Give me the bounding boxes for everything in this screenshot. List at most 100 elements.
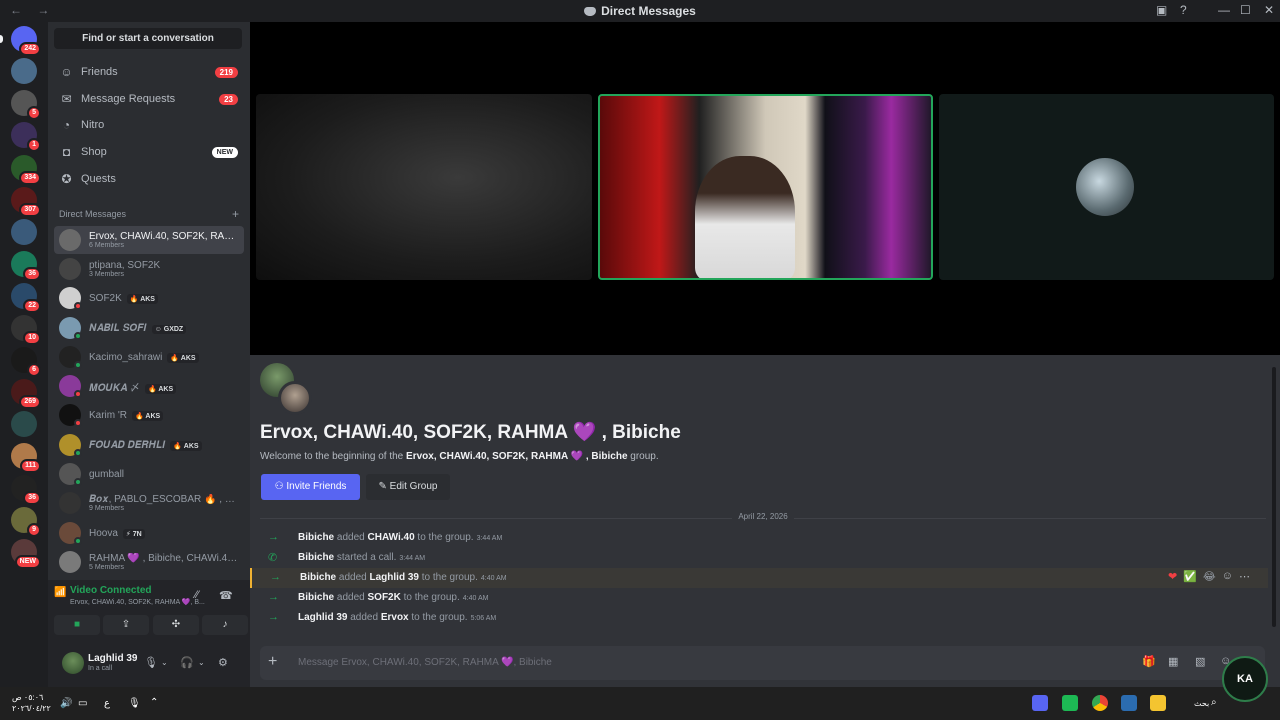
- server-icon[interactable]: 1: [11, 122, 41, 152]
- gift-icon[interactable]: 🎁: [1142, 655, 1156, 668]
- gif-icon[interactable]: ▦: [1168, 655, 1178, 668]
- server-icon[interactable]: 6: [11, 347, 41, 377]
- system-message[interactable]: → Bibiche added Laghlid 39 to the group. 4…: [250, 568, 1268, 588]
- dm-item[interactable]: ptipana, SOF2K 3 Members: [54, 255, 244, 283]
- system-message[interactable]: → Bibiche added CHAWi.40 to the group. 3:4…: [250, 528, 1268, 548]
- system-message[interactable]: → Laghlid 39 added Ervox to the group. 5:0…: [250, 608, 1268, 628]
- message-actor[interactable]: Bibiche: [300, 572, 336, 583]
- server-icon[interactable]: [11, 219, 37, 245]
- edit-group-button[interactable]: ✎ Edit Group: [366, 474, 450, 500]
- message-target[interactable]: Ervox: [381, 612, 409, 623]
- dm-item[interactable]: 𝑵𝑨𝑩𝑰𝑳 𝑺𝑶𝑭𝑰 ☺ GXDZ: [54, 314, 244, 342]
- clock-time[interactable]: ٠٥:٠٦ ص: [12, 693, 43, 702]
- heart-icon[interactable]: ❤: [1168, 570, 1177, 583]
- noise-suppression-icon[interactable]: ⁄⁄: [195, 589, 199, 601]
- message-target[interactable]: SOF2K: [368, 592, 401, 603]
- check-icon[interactable]: ✅: [1183, 570, 1197, 583]
- store-icon[interactable]: [1121, 695, 1137, 711]
- activity-button[interactable]: ✣: [153, 615, 199, 635]
- inbox-icon[interactable]: ▣: [1156, 3, 1167, 17]
- chevron-up-icon[interactable]: ⌃: [150, 697, 158, 708]
- server-icon[interactable]: 9: [11, 507, 41, 537]
- server-icon[interactable]: 269: [11, 379, 41, 409]
- user-name[interactable]: Laghlid 39: [88, 653, 137, 664]
- nav-item-nitro[interactable]: ◔ Nitro: [54, 112, 244, 138]
- network-icon[interactable]: ▭: [78, 698, 87, 709]
- dm-item[interactable]: Kacimo_sahrawi 🔥 AKS: [54, 343, 244, 371]
- maximize-button[interactable]: ☐: [1240, 3, 1251, 17]
- message-composer[interactable]: + Message Ervox, CHAWi.40, SOF2K, RAHMA …: [260, 646, 1265, 680]
- server-icon[interactable]: 22: [11, 283, 41, 313]
- dm-item[interactable]: Karim 'R 🔥 AKS: [54, 401, 244, 429]
- microphone-icon[interactable]: 🎙: [128, 698, 141, 709]
- soundboard-button[interactable]: ♪: [202, 615, 248, 635]
- message-target[interactable]: CHAWi.40: [368, 532, 415, 543]
- server-icon[interactable]: 111: [11, 443, 41, 473]
- app-icon[interactable]: [1062, 695, 1078, 711]
- server-icon[interactable]: 36: [11, 251, 41, 281]
- message-actor[interactable]: Bibiche: [298, 592, 334, 603]
- help-icon[interactable]: ?: [1180, 3, 1187, 17]
- message-input[interactable]: Message Ervox, CHAWi.40, SOF2K, RAHMA 💜,…: [298, 657, 552, 668]
- dm-item[interactable]: 𝑩𝒐𝒙, PABLO_ESCOBAR 🔥 , Ra... 9 Members: [54, 489, 244, 517]
- system-message[interactable]: ✆ Bibiche started a call. 3:44 AM: [250, 548, 1268, 568]
- message-actor[interactable]: Bibiche: [298, 532, 334, 543]
- screen-share-button[interactable]: ⇪: [103, 615, 149, 635]
- message-target[interactable]: Laghlid 39: [370, 572, 419, 583]
- message-actor[interactable]: Bibiche: [298, 552, 334, 563]
- nav-item-friends[interactable]: ☺ Friends 219: [54, 59, 244, 85]
- server-icon[interactable]: [11, 411, 37, 437]
- discord-app-icon[interactable]: [1032, 695, 1048, 711]
- invite-friends-button[interactable]: ⚇ Invite Friends: [261, 474, 360, 500]
- dm-item[interactable]: Hoova ⚡ 7N: [54, 519, 244, 547]
- server-icon[interactable]: 242: [11, 26, 41, 56]
- camera-button[interactable]: ■: [54, 615, 100, 635]
- voice-status[interactable]: Video Connected: [70, 585, 152, 596]
- disconnect-icon[interactable]: ☎: [219, 589, 233, 602]
- find-conversation-button[interactable]: Find or start a conversation: [54, 28, 242, 49]
- clock-date[interactable]: ٢٠٢٦/٠٤/٢٢: [12, 704, 51, 713]
- server-icon[interactable]: NEW: [11, 539, 41, 569]
- server-icon[interactable]: 36: [11, 475, 41, 505]
- minimize-button[interactable]: —: [1218, 3, 1230, 17]
- voice-channel[interactable]: Ervox, CHAWi.40, SOF2K, RAHMA 💜, B...: [70, 598, 210, 606]
- speaker-icon[interactable]: 🔊: [60, 698, 72, 709]
- nav-item-quests[interactable]: ✪ Quests: [54, 166, 244, 192]
- dm-item[interactable]: 𝑴𝑶𝑼𝑲𝑨 〆 🔥 AKS: [54, 372, 244, 400]
- nav-item-shop[interactable]: ◘ Shop NEW: [54, 139, 244, 165]
- server-icon[interactable]: 10: [11, 315, 41, 345]
- message-actor[interactable]: Laghlid 39: [298, 612, 347, 623]
- video-tile-active[interactable]: [598, 94, 933, 280]
- add-attachment-icon[interactable]: +: [268, 653, 277, 671]
- server-icon[interactable]: 334: [11, 155, 41, 185]
- chevron-down-icon[interactable]: ⌄: [198, 658, 205, 667]
- laugh-icon[interactable]: 😂: [1203, 570, 1216, 583]
- microphone-icon[interactable]: 🎙: [144, 656, 158, 669]
- avatar[interactable]: [62, 652, 84, 674]
- server-icon[interactable]: [11, 58, 37, 84]
- dm-item[interactable]: SOF2K 🔥 AKS: [54, 284, 244, 312]
- search-label[interactable]: بحث: [1194, 699, 1209, 708]
- gear-icon[interactable]: ⚙: [218, 656, 228, 669]
- scrollbar[interactable]: [1272, 367, 1276, 627]
- create-dm-icon[interactable]: +: [232, 207, 239, 221]
- nav-item-message-requests[interactable]: ✉ Message Requests 23: [54, 86, 244, 112]
- video-tile[interactable]: [939, 94, 1274, 280]
- dm-item[interactable]: 𝑭𝑶𝑼𝑨𝑫 𝑫𝑬𝑹𝑯𝑳𝑰 🔥 AKS: [54, 431, 244, 459]
- system-message[interactable]: → Bibiche added SOF2K to the group. 4:40 A…: [250, 588, 1268, 608]
- dm-item[interactable]: Ervox, CHAWi.40, SOF2K, RAH... 6 Members: [54, 226, 244, 254]
- video-tile[interactable]: [256, 94, 592, 280]
- chrome-icon[interactable]: [1092, 695, 1108, 711]
- server-icon[interactable]: 5: [11, 90, 41, 120]
- close-button[interactable]: ✕: [1264, 3, 1274, 17]
- signal-icon[interactable]: 📶: [54, 587, 66, 598]
- dm-item[interactable]: gumball: [54, 460, 244, 488]
- headphones-icon[interactable]: 🎧: [180, 656, 194, 669]
- sticker-icon[interactable]: ▧: [1195, 655, 1205, 668]
- search-icon[interactable]: ⌕: [1211, 697, 1217, 708]
- server-icon[interactable]: 307: [11, 187, 41, 217]
- folder-icon[interactable]: [1150, 695, 1166, 711]
- language-indicator[interactable]: ع: [104, 698, 110, 709]
- more-icon[interactable]: ⋯: [1239, 570, 1250, 583]
- add-reaction-icon[interactable]: ☺: [1222, 570, 1233, 583]
